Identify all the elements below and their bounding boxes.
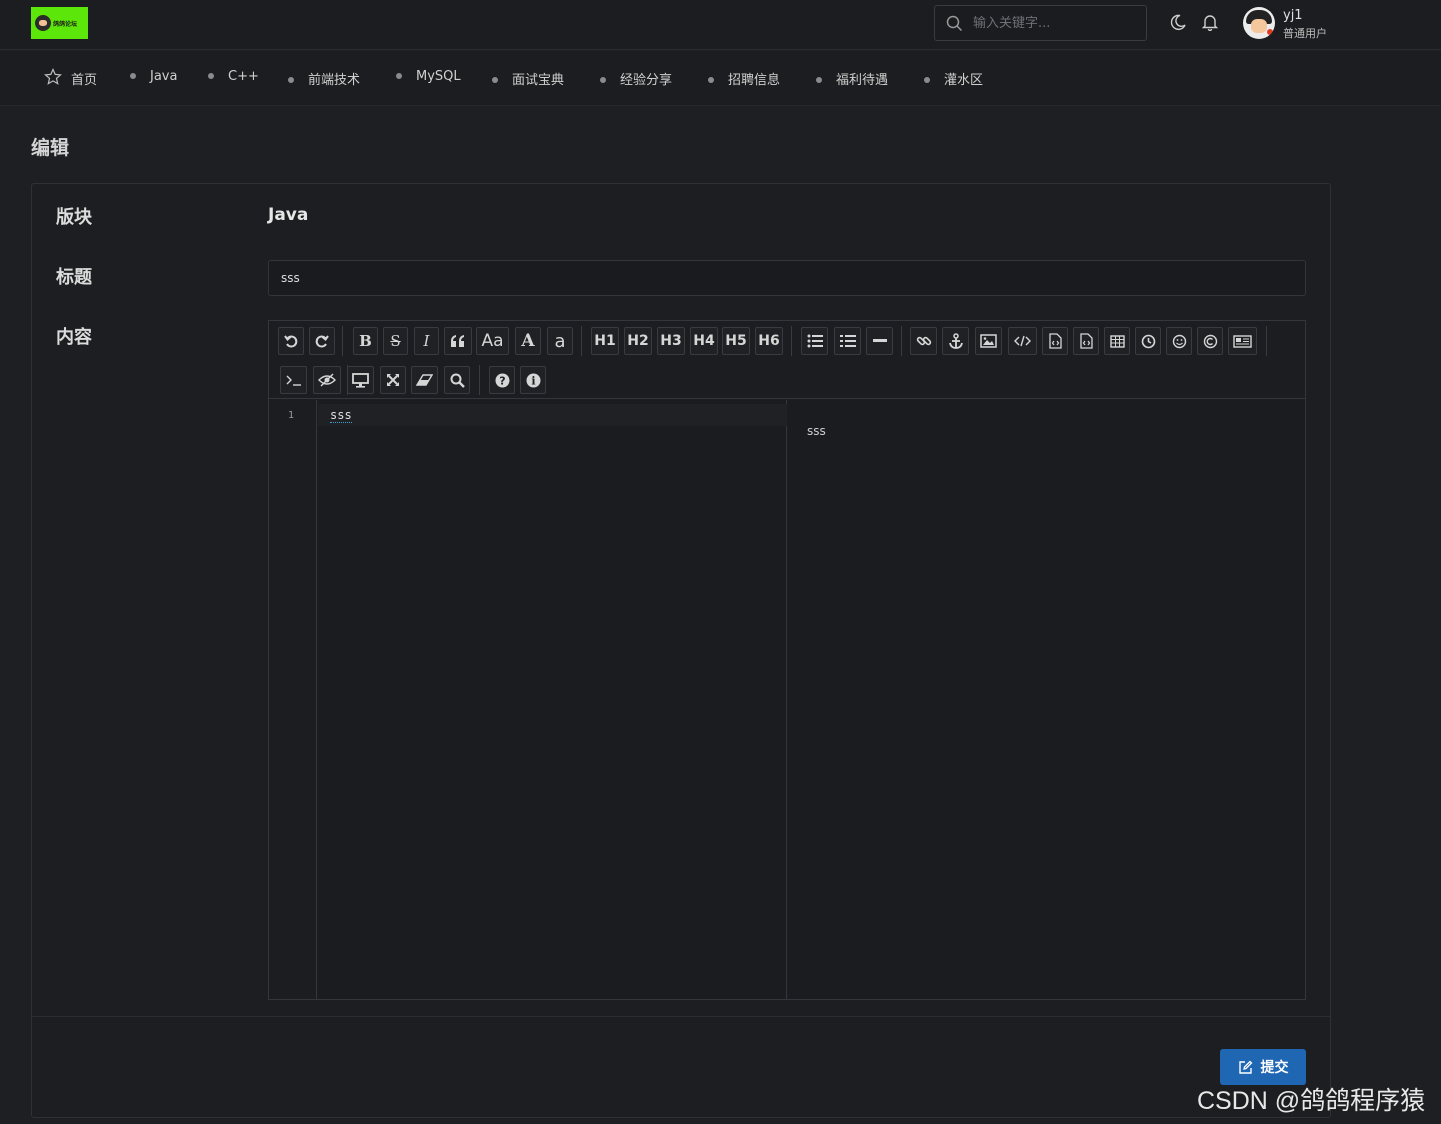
info-icon[interactable]: i <box>520 366 546 394</box>
nav-item-cpp[interactable]: C++ <box>208 69 259 84</box>
line-gutter: 1 <box>269 400 317 999</box>
ordered-list-icon[interactable] <box>834 327 861 355</box>
logo-mascot-icon <box>35 15 51 31</box>
h6-button[interactable]: H6 <box>755 327 783 355</box>
search-box[interactable] <box>934 5 1147 41</box>
pagebreak-icon[interactable] <box>1228 327 1257 355</box>
code-editor-pane[interactable]: sss <box>318 400 787 999</box>
nav-item-frontend[interactable]: 前端技术 <box>288 69 360 88</box>
h3-button[interactable]: H3 <box>657 327 685 355</box>
redo-icon[interactable] <box>309 327 335 355</box>
eraser-icon[interactable] <box>411 366 438 394</box>
nav-item-benefits[interactable]: 福利待遇 <box>816 69 888 88</box>
h1-button[interactable]: H1 <box>591 327 619 355</box>
lowercase-button[interactable]: a <box>547 327 573 355</box>
nav-item-experience[interactable]: 经验分享 <box>600 69 672 88</box>
html-entities-icon[interactable] <box>1197 327 1223 355</box>
user-name[interactable]: yj1 <box>1283 8 1303 23</box>
bell-icon[interactable] <box>1201 13 1219 31</box>
h2-button[interactable]: H2 <box>624 327 652 355</box>
preview-icon[interactable] <box>347 366 374 394</box>
inline-code-icon[interactable] <box>1008 327 1037 355</box>
help-icon[interactable]: ? <box>489 366 515 394</box>
page-title: 编辑 <box>31 137 70 159</box>
emoji-icon[interactable] <box>1166 327 1192 355</box>
fullscreen-icon[interactable] <box>380 366 406 394</box>
active-line <box>318 404 787 426</box>
user-role: 普通用户 <box>1283 27 1327 40</box>
title-input[interactable] <box>268 260 1306 296</box>
board-value: Java <box>268 205 309 225</box>
editor-toolbar: B S I Aa A a H1 H2 H3 H4 H5 H6 ? i <box>269 321 1305 399</box>
nav-item-jobs[interactable]: 招聘信息 <box>708 69 780 88</box>
submit-button[interactable]: 提交 <box>1220 1049 1306 1085</box>
watch-toggle-icon[interactable] <box>313 366 341 394</box>
datetime-icon[interactable] <box>1135 327 1161 355</box>
h5-button[interactable]: H5 <box>722 327 750 355</box>
edit-card: 版块 Java 标题 内容 B S I Aa A a H1 H2 H3 H4 H… <box>31 183 1331 1118</box>
board-label: 版块 <box>56 207 92 228</box>
anchor-icon[interactable] <box>942 327 969 355</box>
site-logo[interactable]: 鸽鸽论坛 <box>31 7 88 39</box>
code-block-icon[interactable] <box>1042 327 1068 355</box>
italic-button[interactable]: I <box>414 327 439 355</box>
uppercase-button[interactable]: Aa <box>476 327 509 355</box>
search-icon <box>946 15 963 32</box>
undo-icon[interactable] <box>278 327 304 355</box>
table-icon[interactable] <box>1104 327 1130 355</box>
bold-button[interactable]: B <box>353 327 378 355</box>
svg-text:i: i <box>531 374 535 387</box>
submit-label: 提交 <box>1260 1060 1289 1076</box>
svg-text:?: ? <box>499 374 505 387</box>
h4-button[interactable]: H4 <box>690 327 718 355</box>
card-divider <box>32 1016 1330 1017</box>
content-label: 内容 <box>56 327 92 348</box>
logo-text: 鸽鸽论坛 <box>53 20 78 28</box>
watermark: CSDN @鸽鸽程序猿 <box>1197 1087 1426 1115</box>
nav-item-interview[interactable]: 面试宝典 <box>492 69 564 88</box>
nav-item-water[interactable]: 灌水区 <box>924 69 983 88</box>
strikethrough-button[interactable]: S <box>383 327 408 355</box>
unordered-list-icon[interactable] <box>801 327 828 355</box>
star-icon <box>44 68 62 85</box>
search-input[interactable] <box>973 12 1138 34</box>
nav-item-java[interactable]: Java <box>130 69 177 84</box>
quote-icon[interactable] <box>444 327 472 355</box>
horizontal-rule-icon[interactable] <box>866 327 893 355</box>
title-label: 标题 <box>56 267 92 288</box>
preview-pane: sss <box>788 400 1305 999</box>
code-text[interactable]: sss <box>330 408 352 423</box>
link-icon[interactable] <box>910 327 937 355</box>
line-number: 1 <box>287 410 295 421</box>
moon-icon[interactable] <box>1169 13 1187 31</box>
nav-item-home[interactable]: 首页 <box>71 69 97 88</box>
search-replace-icon[interactable] <box>444 366 470 394</box>
preformatted-text-icon[interactable] <box>1073 327 1099 355</box>
capitalize-button[interactable]: A <box>515 327 541 355</box>
preview-text: sss <box>807 424 826 438</box>
nav-item-mysql[interactable]: MySQL <box>396 69 461 84</box>
image-icon[interactable] <box>975 327 1002 355</box>
edit-icon <box>1238 1060 1252 1074</box>
main-nav: 首页 Java C++ 前端技术 MySQL 面试宝典 经验分享 招聘信息 福利… <box>0 51 1441 106</box>
markdown-editor: B S I Aa A a H1 H2 H3 H4 H5 H6 ? i 1 sss… <box>268 320 1306 1000</box>
avatar[interactable] <box>1243 7 1275 39</box>
top-header: 鸽鸽论坛 yj1 普通用户 <box>0 0 1441 50</box>
terminal-icon[interactable] <box>280 366 307 394</box>
